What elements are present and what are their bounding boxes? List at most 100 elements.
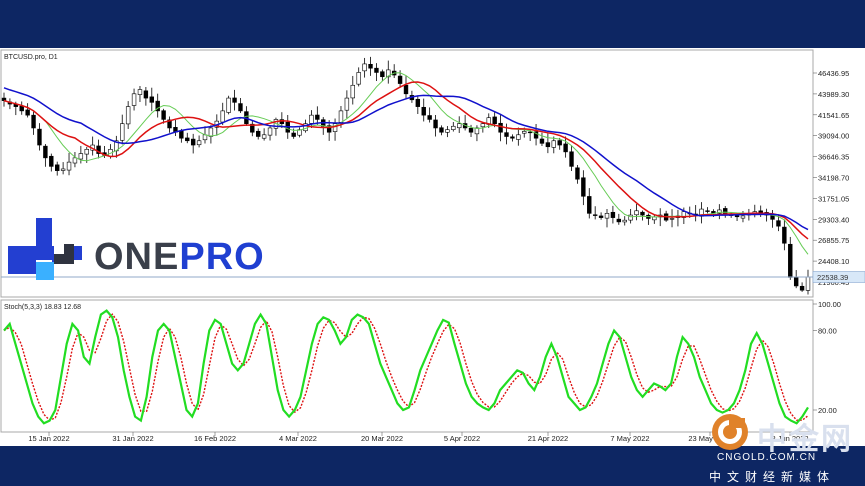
candle-body bbox=[309, 114, 314, 124]
candle-body bbox=[545, 142, 551, 148]
candle-body bbox=[563, 143, 568, 153]
candle-body bbox=[793, 277, 799, 287]
candle-body bbox=[433, 119, 438, 129]
candle-body bbox=[498, 122, 503, 133]
candle-body bbox=[19, 106, 24, 112]
candle-body bbox=[581, 177, 586, 197]
x-tick-label: 20 Mar 2022 bbox=[361, 434, 403, 443]
cngold-watermark: 中金网 CNGOLD.COM.CN 中文财经新媒体 bbox=[705, 412, 865, 486]
candle-body bbox=[261, 134, 267, 139]
candle-body bbox=[60, 168, 66, 171]
candle-body bbox=[131, 93, 137, 106]
candle-body bbox=[504, 132, 509, 137]
candle-body bbox=[480, 123, 486, 128]
candle-body bbox=[291, 132, 296, 137]
candle-body bbox=[510, 136, 515, 139]
candle-body bbox=[66, 161, 72, 171]
x-tick-label: 4 Mar 2022 bbox=[279, 434, 317, 443]
candle-body bbox=[368, 63, 373, 69]
candle-body bbox=[598, 215, 604, 218]
candle-body bbox=[344, 97, 350, 111]
candle-body bbox=[238, 103, 243, 112]
candle-body bbox=[232, 97, 237, 103]
x-tick-label: 21 Apr 2022 bbox=[528, 434, 568, 443]
price-tick-label: 43989.30 bbox=[818, 90, 849, 99]
candle-body bbox=[403, 84, 409, 95]
x-tick-label: 31 Jan 2022 bbox=[112, 434, 153, 443]
candle-body bbox=[782, 226, 787, 244]
cngold-seal-icon bbox=[712, 414, 748, 450]
candle-body bbox=[705, 210, 710, 212]
candle-body bbox=[551, 140, 556, 148]
candle-body bbox=[527, 131, 533, 134]
candle-body bbox=[397, 75, 403, 84]
candle-body bbox=[788, 243, 793, 278]
candle-body bbox=[256, 130, 261, 137]
candle-body bbox=[427, 115, 432, 120]
candle-body bbox=[439, 127, 444, 133]
candle-body bbox=[72, 157, 78, 164]
candle-body bbox=[185, 137, 190, 142]
candle-body bbox=[539, 138, 545, 144]
x-tick-label: 15 Jan 2022 bbox=[28, 434, 69, 443]
candle-body bbox=[640, 211, 645, 216]
price-tick-label: 26855.75 bbox=[818, 236, 849, 245]
candle-body bbox=[350, 84, 355, 99]
candle-body bbox=[143, 90, 149, 99]
candle-body bbox=[226, 97, 231, 113]
candle-body bbox=[669, 218, 675, 220]
price-tick-label: 29303.40 bbox=[818, 215, 849, 224]
candle-body bbox=[616, 218, 622, 223]
candle-body bbox=[734, 215, 740, 218]
candle-body bbox=[220, 110, 225, 123]
candle-body bbox=[78, 153, 84, 160]
candle-body bbox=[49, 155, 54, 167]
current-price-label: 22538.39 bbox=[817, 273, 848, 282]
onepro-wordmark: ONEPRO bbox=[94, 236, 265, 279]
candle-body bbox=[149, 96, 154, 103]
candle-body bbox=[421, 106, 426, 116]
x-tick-label: 16 Feb 2022 bbox=[194, 434, 236, 443]
wordmark-one: ONE bbox=[94, 236, 180, 278]
price-tick-label: 39094.00 bbox=[818, 132, 849, 141]
candle-body bbox=[120, 123, 125, 141]
onepro-mark-icon bbox=[8, 218, 82, 280]
candle-body bbox=[740, 215, 746, 219]
candle-body bbox=[356, 72, 361, 85]
candle-body bbox=[137, 89, 143, 95]
candle-body bbox=[380, 71, 385, 78]
price-tick-label: 41541.65 bbox=[818, 111, 849, 120]
stoch-tick-label: 100.00 bbox=[818, 300, 841, 309]
price-panel-title: BTCUSD.pro, D1 bbox=[4, 54, 58, 61]
candle-body bbox=[362, 63, 367, 72]
candle-body bbox=[468, 127, 474, 133]
candle-body bbox=[516, 134, 521, 140]
candle-body bbox=[55, 164, 60, 171]
candle-body bbox=[315, 114, 320, 120]
candle-body bbox=[196, 140, 202, 146]
candle-body bbox=[161, 110, 166, 120]
candle-body bbox=[587, 196, 592, 214]
price-tick-label: 34198.70 bbox=[818, 174, 849, 183]
candle-body bbox=[575, 167, 580, 180]
price-tick-label: 31751.05 bbox=[818, 194, 849, 203]
candle-body bbox=[610, 211, 616, 218]
candle-body bbox=[31, 114, 36, 129]
watermark-url: CNGOLD.COM.CN bbox=[717, 452, 817, 463]
candle-body bbox=[267, 127, 273, 136]
watermark-tagline: 中文财经新媒体 bbox=[709, 470, 836, 484]
stoch-tick-label: 80.00 bbox=[818, 327, 837, 336]
x-tick-label: 7 May 2022 bbox=[610, 434, 649, 443]
candle-body bbox=[37, 128, 42, 146]
price-tick-label: 46436.95 bbox=[818, 69, 849, 78]
candle-body bbox=[415, 98, 421, 107]
price-tick-label: 24408.10 bbox=[818, 257, 849, 266]
candle-body bbox=[179, 130, 184, 139]
candle-body bbox=[604, 213, 610, 219]
candle-body bbox=[190, 138, 196, 146]
candle-body bbox=[522, 131, 527, 134]
candle-body bbox=[799, 285, 805, 291]
candle-body bbox=[569, 151, 574, 167]
candle-body bbox=[43, 145, 48, 159]
x-tick-label: 5 Apr 2022 bbox=[444, 434, 480, 443]
